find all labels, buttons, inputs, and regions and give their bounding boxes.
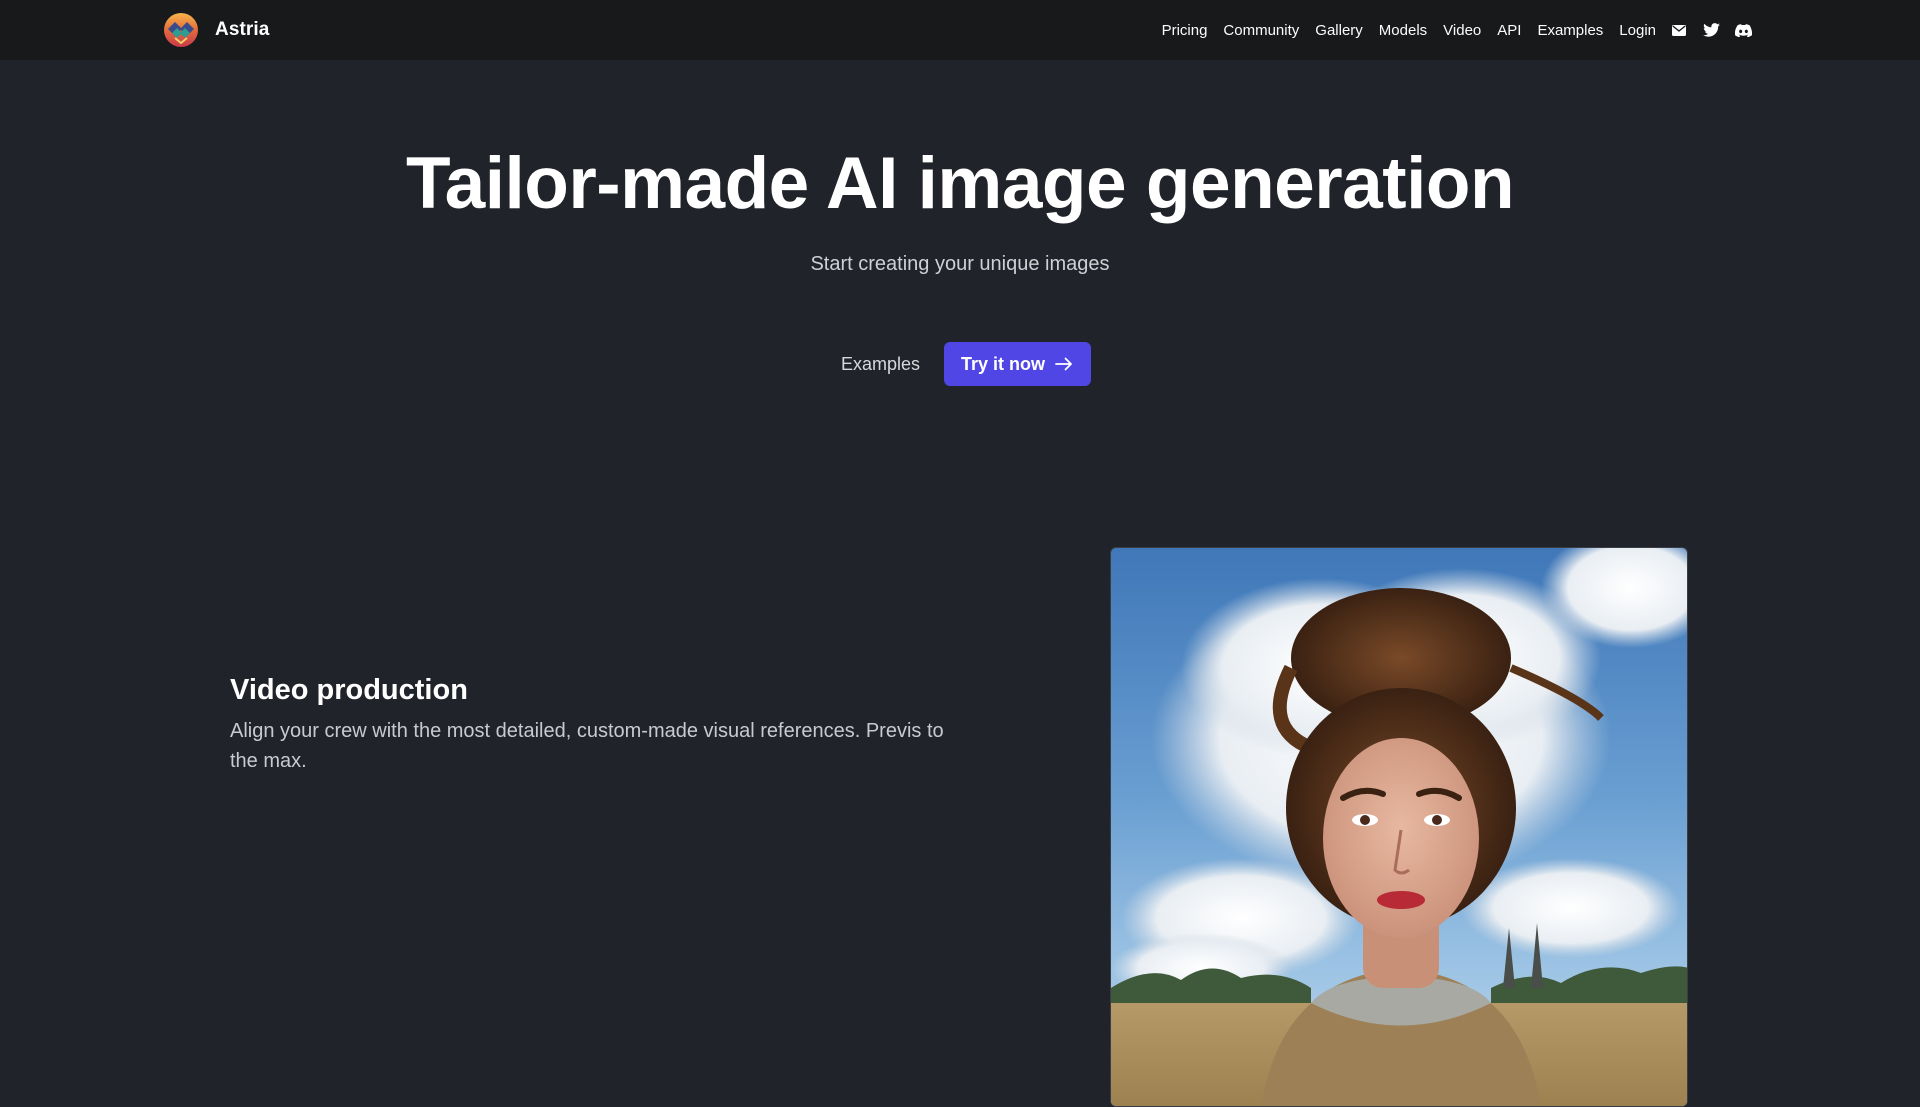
arrow-right-icon xyxy=(1055,357,1072,371)
hero-cta-row: Examples Try it now xyxy=(0,342,1920,386)
examples-link[interactable]: Examples xyxy=(829,342,932,386)
nav-link-community[interactable]: Community xyxy=(1223,22,1299,39)
top-navbar: Astria Pricing Community Gallery Models … xyxy=(0,0,1920,60)
hero-subtitle: Start creating your unique images xyxy=(810,253,1110,275)
nav-links: Pricing Community Gallery Models Video A… xyxy=(1146,0,1752,60)
feature-title: Video production xyxy=(230,674,468,706)
nav-link-examples[interactable]: Examples xyxy=(1537,22,1603,39)
brand-name: Astria xyxy=(215,19,270,40)
nav-link-video[interactable]: Video xyxy=(1443,22,1481,39)
twitter-icon[interactable] xyxy=(1702,21,1720,39)
nav-link-models[interactable]: Models xyxy=(1379,22,1427,39)
nav-link-login[interactable]: Login xyxy=(1619,22,1656,39)
try-it-now-label: Try it now xyxy=(961,353,1046,374)
feature-description: Align your crew with the most detailed, … xyxy=(230,720,944,772)
astria-logo-icon xyxy=(164,13,198,47)
hero-title: Tailor-made AI image generation xyxy=(405,143,1515,224)
try-it-now-button[interactable]: Try it now xyxy=(944,342,1092,386)
nav-link-pricing[interactable]: Pricing xyxy=(1162,22,1208,39)
mail-icon[interactable] xyxy=(1670,21,1688,39)
discord-icon[interactable] xyxy=(1734,21,1752,39)
nav-link-gallery[interactable]: Gallery xyxy=(1315,22,1363,39)
portrait-woman-clouds-hair-image xyxy=(1110,547,1688,1107)
brand-home-link[interactable]: Astria xyxy=(163,13,269,47)
nav-link-api[interactable]: API xyxy=(1497,22,1521,39)
